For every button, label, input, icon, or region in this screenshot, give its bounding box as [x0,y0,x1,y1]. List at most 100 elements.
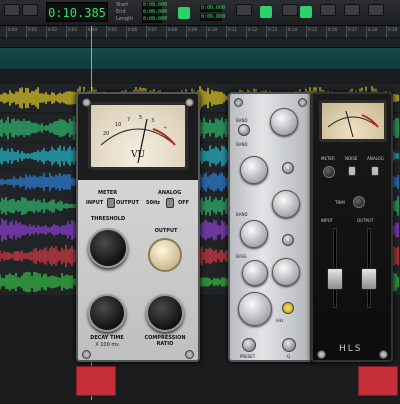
hls-analog-label: ANALOG [367,156,384,161]
screw [234,98,243,107]
loop-button[interactable] [236,4,252,16]
ruler-tick [346,26,347,38]
hls-analog-toggle[interactable] [371,166,379,176]
band2-freq-knob[interactable] [282,162,294,174]
menu-button[interactable] [368,4,384,16]
analog-label: ANALOG [158,190,182,196]
main-counter: 0:10.385 [46,2,108,22]
ruler-tick [186,26,187,38]
ruler-tick-label: 0:06 [128,27,137,32]
rewind-button[interactable] [4,4,20,16]
bypass-lamp[interactable] [282,302,294,314]
ruler-tick-label: 0:02 [48,27,57,32]
ruler-tick [166,26,167,38]
bass-gain-knob[interactable] [272,258,300,286]
hls-noise-toggle[interactable] [348,166,356,176]
hls-trim-knob[interactable] [353,196,365,208]
ruler-tick [286,26,287,38]
timeline-ruler[interactable]: 0:00 0:01 0:02 0:03 0:04 0:05 0:06 0:07 0:08 0:09… [0,26,400,38]
input-fader-handle[interactable] [327,268,343,290]
ruler-tick [306,26,307,38]
analog-on-label: 50Hz [146,200,161,206]
ruler-tick [146,26,147,38]
length-field[interactable]: 0:00.000 [142,16,167,23]
bass-freq-knob[interactable] [242,260,268,286]
ruler-tick [366,26,367,38]
nudge-field[interactable]: 0:00.000 [200,5,225,12]
decay-time-knob[interactable] [88,294,126,332]
tempo-ruler[interactable] [0,48,400,70]
ruler-tick [26,26,27,38]
ruler-tick-label: 0:07 [148,27,157,32]
forward-button[interactable] [320,4,336,16]
play-button[interactable] [22,4,38,16]
vu-meter: VU 20 10 7 5 3 + [88,102,188,170]
audio-clip[interactable] [76,366,116,396]
svg-text:7: 7 [127,117,130,123]
ruler-tick-label: 0:13 [268,27,277,32]
settings-button[interactable] [344,4,360,16]
q-knob[interactable] [282,338,296,352]
audio-clip[interactable] [358,366,398,396]
compression-ratio-knob[interactable] [146,294,184,332]
threshold-knob[interactable] [88,228,128,268]
ruler-tick-label: 0:18 [368,27,377,32]
ruler-tick-label: 0:15 [308,27,317,32]
hls-output-label: OUTPUT [357,218,374,223]
marker-ruler[interactable] [0,38,400,48]
record-enable-button[interactable] [178,7,190,19]
ruler-tick-label: 0:09 [188,27,197,32]
meter-toggle[interactable] [107,198,115,208]
ruler-tick [66,26,67,38]
svg-text:5: 5 [139,115,142,121]
ruler-tick [386,26,387,38]
compressor-plugin[interactable]: VU 20 10 7 5 3 + METER ANALOG INPUT OUTP… [76,92,200,362]
preset-knob[interactable] [242,338,256,352]
ruler-tick [326,26,327,38]
screw [185,350,194,359]
eq-preset-label: PRESET [240,354,256,359]
eq-bass-label: BASS [236,254,247,259]
hls-channel-plugin[interactable]: METER NOISE ANALOG TRIM INPUT OUTPUT HLS [311,92,393,362]
vu-meter-scale: VU 20 10 7 5 3 + [100,115,176,164]
band3-gain-knob[interactable] [272,190,300,218]
start-label: Start [116,2,129,8]
output-fader-handle[interactable] [361,268,377,290]
ruler-tick-label: 0:03 [68,27,77,32]
master-gain-knob[interactable] [238,292,272,326]
compression-ratio-label: COMPRESSION RATIO [144,335,186,347]
screw [185,98,194,107]
hls-meter-label: METER [321,156,335,161]
stop-button[interactable] [282,4,298,16]
analog-toggle[interactable] [166,198,174,208]
analog-off-label: OFF [178,200,190,206]
ruler-tick-label: 0:11 [228,27,237,32]
band4-gain-knob[interactable] [240,220,268,248]
hls-meter-knob[interactable] [323,166,335,178]
ruler-tick [126,26,127,38]
eq-plugin[interactable]: BAND BAND BAND BASS kHz PRESET Q [228,92,312,362]
length-label: Length [116,16,134,22]
band4-freq-knob[interactable] [282,234,294,246]
band1-gain-knob[interactable] [270,108,298,136]
screw [82,98,91,107]
hls-vu-meter [319,100,387,142]
meter-label: METER [98,190,118,196]
ruler-tick [106,26,107,38]
online-button[interactable] [260,6,272,18]
end-field[interactable]: 0:00.000 [142,9,167,16]
ruler-tick [46,26,47,38]
threshold-label: THRESHOLD [90,216,126,222]
start-field[interactable]: 0:00.000 [142,2,167,9]
band2-gain-knob[interactable] [240,156,268,184]
grid-field[interactable]: 0:00.000 [200,14,225,21]
eq-q-label: Q [287,354,291,359]
band1-select-knob[interactable] [238,124,250,136]
ruler-tick-label: 0:12 [248,27,257,32]
ruler-tick [266,26,267,38]
hls-input-label: INPUT [321,218,333,223]
play-enable-button[interactable] [300,6,312,18]
screw [317,350,326,359]
vu-label: VU [130,150,145,160]
output-knob[interactable] [148,238,182,272]
